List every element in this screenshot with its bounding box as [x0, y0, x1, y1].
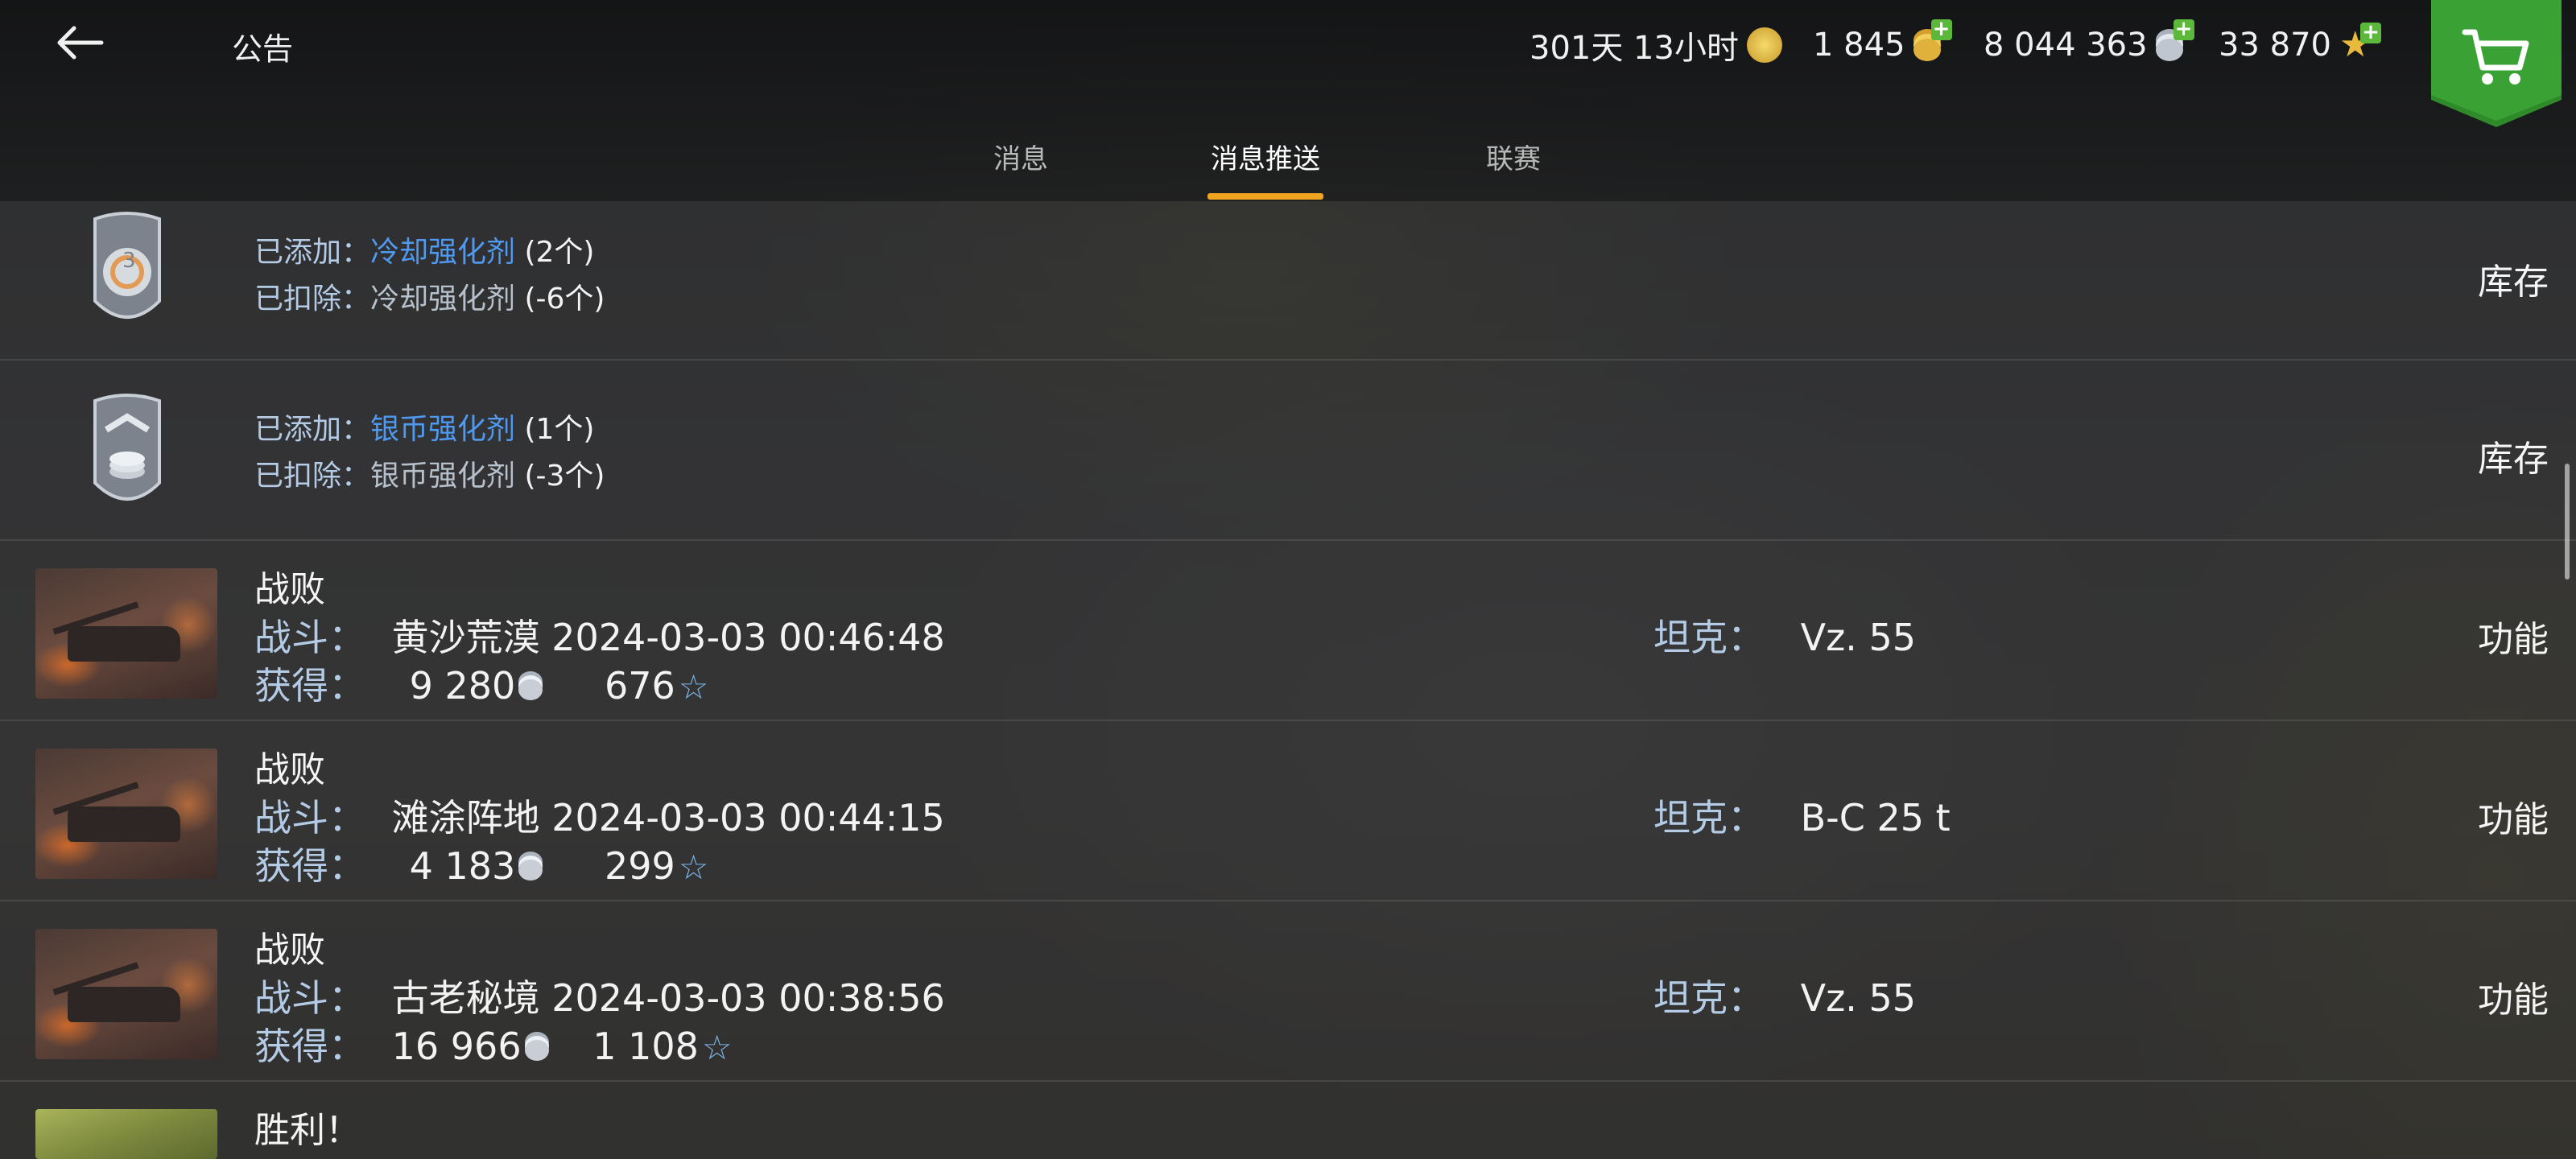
tank-label: 坦克：	[1653, 616, 1765, 659]
star-icon: ★ +	[2339, 22, 2381, 63]
premium-time-value: 301天 13小时	[1530, 30, 1739, 67]
removed-label: 已扣除：	[254, 460, 371, 493]
removed-count: (-6个)	[524, 283, 605, 316]
premium-time[interactable]: 301天 13小时	[1530, 21, 1782, 69]
earned-label: 获得：	[254, 664, 365, 707]
battle-label: 战斗：	[254, 976, 365, 1020]
silver-balance[interactable]: 8 044 363 +	[1984, 19, 2194, 69]
star-icon: ☆	[678, 848, 709, 887]
tab-messages[interactable]: 消息	[993, 137, 1048, 176]
earned-silver: 4 183	[409, 844, 516, 888]
add-silver-icon[interactable]: +	[2173, 19, 2194, 40]
battle-label: 战斗：	[254, 796, 365, 839]
silver-value: 8 044 363	[1984, 27, 2148, 64]
added-count: (2个)	[524, 236, 595, 269]
booster-link[interactable]: 冷却强化剂	[370, 236, 515, 269]
silver-icon	[518, 860, 543, 881]
list-item[interactable]: 战败 战斗： 滩涂阵地 2024-03-03 00:44:15 获得： 4 18…	[0, 721, 2576, 901]
svg-text:3: 3	[122, 249, 136, 273]
removed-name: 冷却强化剂	[370, 283, 516, 316]
tank-name: Vz. 55	[1800, 976, 1917, 1020]
tank-name: B-C 25 t	[1800, 796, 1951, 839]
list-item[interactable]: 胜利！	[0, 1082, 2576, 1159]
add-gold-icon[interactable]: +	[1930, 19, 1952, 40]
inventory-button[interactable]: 库存	[2478, 430, 2549, 481]
earned-xp: 299	[604, 844, 675, 888]
premium-account-icon	[1746, 27, 1782, 63]
silver-icon	[518, 679, 543, 700]
earned-xp: 676	[604, 664, 675, 707]
added-label: 已添加：	[254, 413, 371, 446]
earned-label: 获得：	[254, 1025, 365, 1068]
scrollbar-thumb[interactable]	[2565, 464, 2570, 580]
tab-league[interactable]: 联赛	[1486, 137, 1541, 176]
earned-silver: 16 966	[391, 1025, 522, 1068]
added-label: 已添加：	[254, 236, 371, 269]
free-xp-balance[interactable]: 33 870 ★ +	[2219, 21, 2381, 69]
active-tab-indicator	[1208, 193, 1323, 200]
list-item: 3 已添加：冷却强化剂 (2个) 已扣除：冷却强化剂 (-6个) 库存	[0, 201, 2576, 361]
list-item: 已添加：银币强化剂 (1个) 已扣除：银币强化剂 (-3个) 库存	[0, 361, 2576, 541]
battle-result: 胜利！	[254, 1110, 361, 1151]
battle-result: 战败	[254, 930, 325, 971]
add-xp-icon[interactable]: +	[2359, 22, 2381, 43]
removed-count: (-3个)	[524, 460, 605, 493]
function-button[interactable]: 功能	[2478, 971, 2549, 1022]
tank-label: 坦克：	[1653, 796, 1765, 839]
tab-bar: 消息 消息推送 联赛	[0, 137, 2576, 201]
earned-xp: 1 108	[592, 1025, 699, 1068]
silver-booster-icon	[93, 394, 161, 501]
free-xp-value: 33 870	[2219, 27, 2331, 64]
list-item[interactable]: 战败 战斗： 古老秘境 2024-03-03 00:38:56 获得： 16 9…	[0, 901, 2576, 1082]
battle-thumbnail	[35, 1109, 217, 1159]
shop-button[interactable]	[2431, 0, 2562, 127]
star-icon: ☆	[678, 667, 709, 707]
cooling-booster-icon: 3	[93, 212, 161, 319]
battle-label: 战斗：	[254, 616, 365, 659]
battle-info: 滩涂阵地 2024-03-03 00:44:15	[391, 796, 945, 839]
message-list[interactable]: 3 已添加：冷却强化剂 (2个) 已扣除：冷却强化剂 (-6个) 库存 已添加：…	[0, 201, 2576, 1159]
function-button[interactable]: 功能	[2478, 610, 2549, 662]
gold-balance[interactable]: 1 845 +	[1813, 19, 1952, 69]
gold-icon: +	[1913, 19, 1952, 61]
page-title: 公告	[232, 31, 294, 67]
silver-icon	[524, 1040, 549, 1061]
function-button[interactable]: 功能	[2478, 790, 2549, 842]
battle-thumbnail	[35, 749, 217, 879]
removed-name: 银币强化剂	[370, 460, 516, 493]
star-icon: ☆	[701, 1028, 733, 1067]
battle-info: 黄沙荒漠 2024-03-03 00:46:48	[391, 616, 945, 659]
tank-label: 坦克：	[1653, 976, 1765, 1020]
battle-thumbnail	[35, 929, 217, 1059]
tank-name: Vz. 55	[1800, 616, 1917, 659]
top-bar: 公告 301天 13小时 1 845 + 8 044 363 + 33 870 …	[0, 0, 2576, 201]
battle-thumbnail	[35, 568, 217, 699]
earned-silver: 9 280	[409, 664, 516, 707]
gold-value: 1 845	[1813, 27, 1905, 64]
inventory-button[interactable]: 库存	[2478, 253, 2549, 304]
earned-label: 获得：	[254, 844, 365, 888]
battle-result: 战败	[254, 749, 325, 790]
battle-info: 古老秘境 2024-03-03 00:38:56	[391, 976, 945, 1020]
booster-link[interactable]: 银币强化剂	[370, 413, 515, 446]
battle-result: 战败	[254, 569, 325, 610]
list-item[interactable]: 战败 战斗： 黄沙荒漠 2024-03-03 00:46:48 获得： 9 28…	[0, 541, 2576, 721]
removed-label: 已扣除：	[254, 283, 371, 316]
back-arrow-icon[interactable]	[52, 23, 108, 63]
silver-icon: +	[2155, 19, 2194, 61]
added-count: (1个)	[524, 413, 595, 446]
tab-push-messages[interactable]: 消息推送	[1211, 137, 1320, 176]
